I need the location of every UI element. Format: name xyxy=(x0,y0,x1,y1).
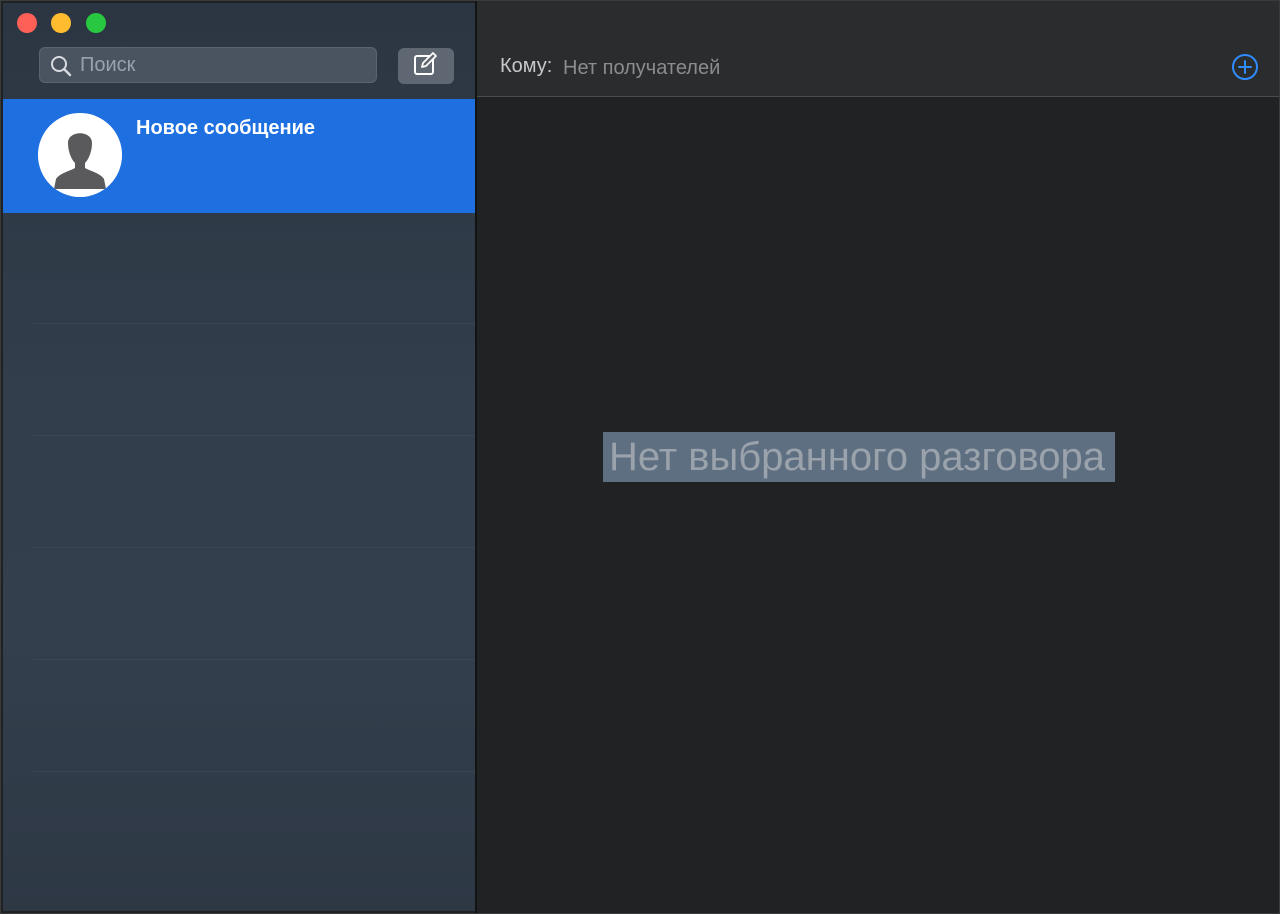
list-divider xyxy=(33,659,475,660)
add-recipient-button[interactable] xyxy=(1231,53,1259,81)
plus-circle-icon xyxy=(1232,54,1258,80)
messages-window: Новое сообщение Кому: Нет выбранного раз… xyxy=(0,0,1280,914)
search-input[interactable] xyxy=(80,48,370,82)
compose-icon xyxy=(413,51,439,82)
search-field[interactable] xyxy=(39,47,377,83)
avatar xyxy=(38,113,122,197)
recipient-input[interactable] xyxy=(563,53,1163,83)
compose-button[interactable] xyxy=(398,48,454,84)
list-divider xyxy=(33,547,475,548)
conversation-title: Новое сообщение xyxy=(136,117,315,139)
empty-state-message: Нет выбранного разговора xyxy=(603,432,1116,482)
recipient-bar: Кому: xyxy=(477,1,1279,97)
list-divider xyxy=(33,771,475,772)
search-icon xyxy=(50,55,72,77)
minimize-window-button[interactable] xyxy=(51,13,71,33)
sidebar: Новое сообщение xyxy=(3,3,475,911)
list-divider xyxy=(33,323,475,324)
close-window-button[interactable] xyxy=(17,13,37,33)
conversation-item-new-message[interactable]: Новое сообщение xyxy=(3,99,475,213)
person-silhouette-icon xyxy=(38,113,122,197)
conversation-pane: Кому: Нет выбранного разговора xyxy=(477,1,1279,913)
list-divider xyxy=(33,435,475,436)
to-label: Кому: xyxy=(500,55,553,77)
zoom-window-button[interactable] xyxy=(86,13,106,33)
